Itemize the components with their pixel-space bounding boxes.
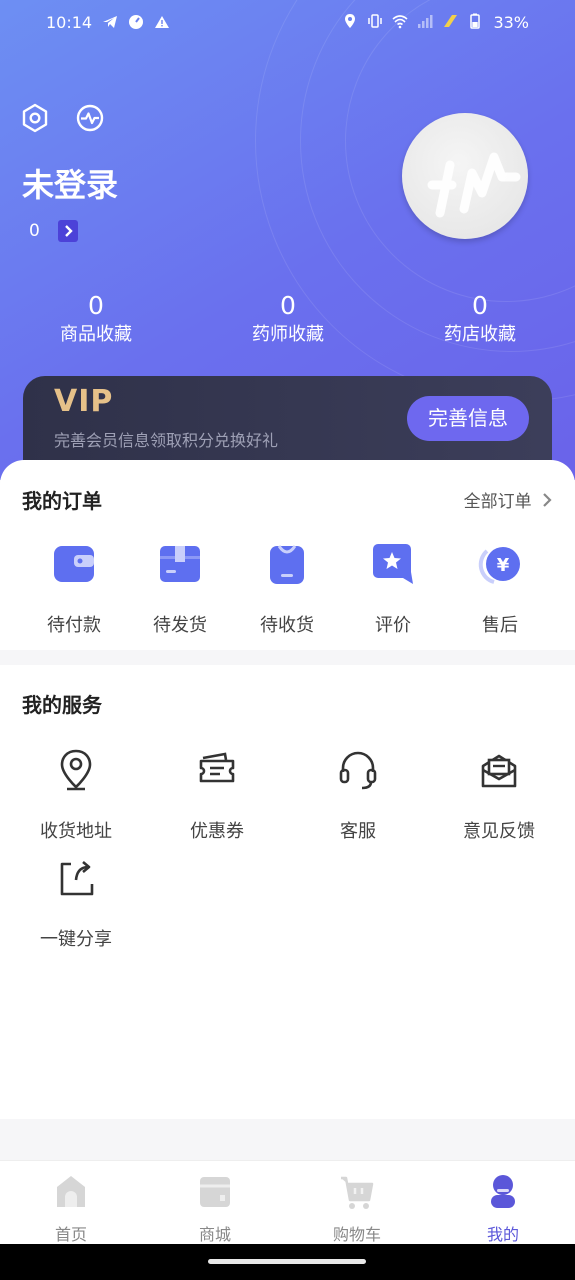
stat-product-favorites[interactable]: 0 商品收藏	[26, 290, 166, 348]
tab-profile[interactable]: 我的	[458, 1173, 548, 1245]
chevron-right-icon	[65, 225, 73, 237]
service-label: 意见反馈	[463, 821, 535, 842]
order-review[interactable]: 评价	[341, 542, 445, 637]
share-icon	[60, 861, 94, 896]
profile-icon	[491, 1175, 515, 1208]
service-coupons[interactable]: 优惠券	[163, 748, 271, 843]
bottom-tab-bar: 首页 商城 购物车 我的	[0, 1160, 575, 1245]
service-feedback[interactable]: 意见反馈	[445, 748, 553, 843]
wallet-icon	[54, 546, 94, 582]
stat-value: 0	[280, 291, 296, 320]
status-time: 10:14	[46, 13, 93, 32]
service-share[interactable]: 一键分享	[22, 856, 130, 951]
service-label: 优惠券	[190, 821, 244, 842]
tab-cart[interactable]: 购物车	[312, 1173, 402, 1245]
order-label: 售后	[482, 615, 518, 636]
stat-pharmacy-favorites[interactable]: 0 药店收藏	[410, 290, 550, 348]
orders-card: 我的订单 全部订单 待付款 待发货 待收货 评价 ¥ 售后	[0, 460, 575, 650]
services-card: 我的服务 收货地址 优惠券 客服 意见反馈 一键分享	[0, 665, 575, 1119]
order-label: 待付款	[47, 615, 101, 636]
service-shipping-address[interactable]: 收货地址	[22, 748, 130, 843]
order-pending-receipt[interactable]: 待收货	[235, 542, 339, 637]
stat-pharmacist-favorites[interactable]: 0 药师收藏	[218, 290, 358, 348]
order-label: 待发货	[153, 615, 207, 636]
order-after-sales[interactable]: ¥ 售后	[448, 542, 552, 637]
stat-label: 商品收藏	[60, 324, 132, 345]
message-icon[interactable]	[75, 103, 105, 133]
all-orders-label: 全部订单	[463, 492, 532, 512]
points-arrow-button[interactable]	[58, 220, 78, 242]
location-icon	[345, 14, 355, 28]
location-pin-icon	[60, 749, 92, 791]
service-label: 一键分享	[40, 929, 112, 950]
orders-title: 我的订单	[22, 489, 102, 513]
services-title: 我的服务	[22, 693, 102, 717]
avatar[interactable]	[402, 113, 528, 239]
charging-icon	[444, 15, 457, 27]
tab-shop[interactable]: 商城	[170, 1173, 260, 1245]
complete-info-button[interactable]: 完善信息	[407, 396, 529, 441]
speed-icon	[129, 15, 143, 29]
tab-home[interactable]: 首页	[26, 1173, 116, 1245]
order-pending-payment[interactable]: 待付款	[22, 542, 126, 637]
all-orders-link[interactable]: 全部订单	[464, 487, 553, 512]
settings-icon[interactable]	[20, 103, 50, 133]
shop-icon	[200, 1177, 230, 1207]
tab-label: 商城	[198, 1225, 231, 1244]
status-bar: 10:14 33%	[0, 0, 575, 48]
signal-icon	[418, 15, 433, 28]
stat-value: 0	[472, 291, 488, 320]
review-icon	[373, 544, 413, 584]
service-customer-support[interactable]: 客服	[304, 748, 412, 843]
after-sales-icon: ¥	[478, 547, 520, 584]
home-gesture-handle[interactable]	[208, 1259, 366, 1264]
avatar-logo-icon	[427, 152, 521, 218]
box-icon	[160, 546, 200, 582]
chevron-right-icon	[543, 493, 552, 507]
points-value: 0	[29, 221, 40, 241]
svg-text:¥: ¥	[497, 555, 510, 576]
headset-icon	[339, 751, 377, 790]
order-label: 待收货	[260, 615, 314, 636]
system-nav-bar	[0, 1244, 575, 1280]
telegram-icon	[103, 16, 117, 28]
service-label: 客服	[340, 821, 376, 842]
vip-subtitle: 完善会员信息领取积分兑换好礼	[54, 431, 279, 450]
battery-percent: 33%	[493, 13, 529, 32]
bag-icon	[270, 545, 304, 584]
stat-value: 0	[88, 291, 104, 320]
stat-label: 药师收藏	[252, 324, 324, 345]
vibrate-icon	[368, 14, 382, 28]
login-status-title[interactable]: 未登录	[22, 160, 118, 206]
service-label: 收货地址	[40, 821, 112, 842]
alert-icon	[155, 16, 169, 28]
stat-label: 药店收藏	[444, 324, 516, 345]
tab-label: 购物车	[332, 1225, 381, 1244]
home-icon	[57, 1176, 85, 1207]
vip-title: VIP	[54, 384, 114, 419]
order-pending-shipment[interactable]: 待发货	[128, 542, 232, 637]
battery-icon	[470, 13, 480, 29]
feedback-mail-icon	[481, 754, 517, 788]
coupon-icon	[199, 752, 235, 783]
cart-icon	[341, 1176, 374, 1209]
order-label: 评价	[375, 615, 411, 636]
tab-label: 我的	[486, 1225, 519, 1244]
tab-label: 首页	[54, 1225, 87, 1244]
wifi-icon	[392, 15, 408, 29]
